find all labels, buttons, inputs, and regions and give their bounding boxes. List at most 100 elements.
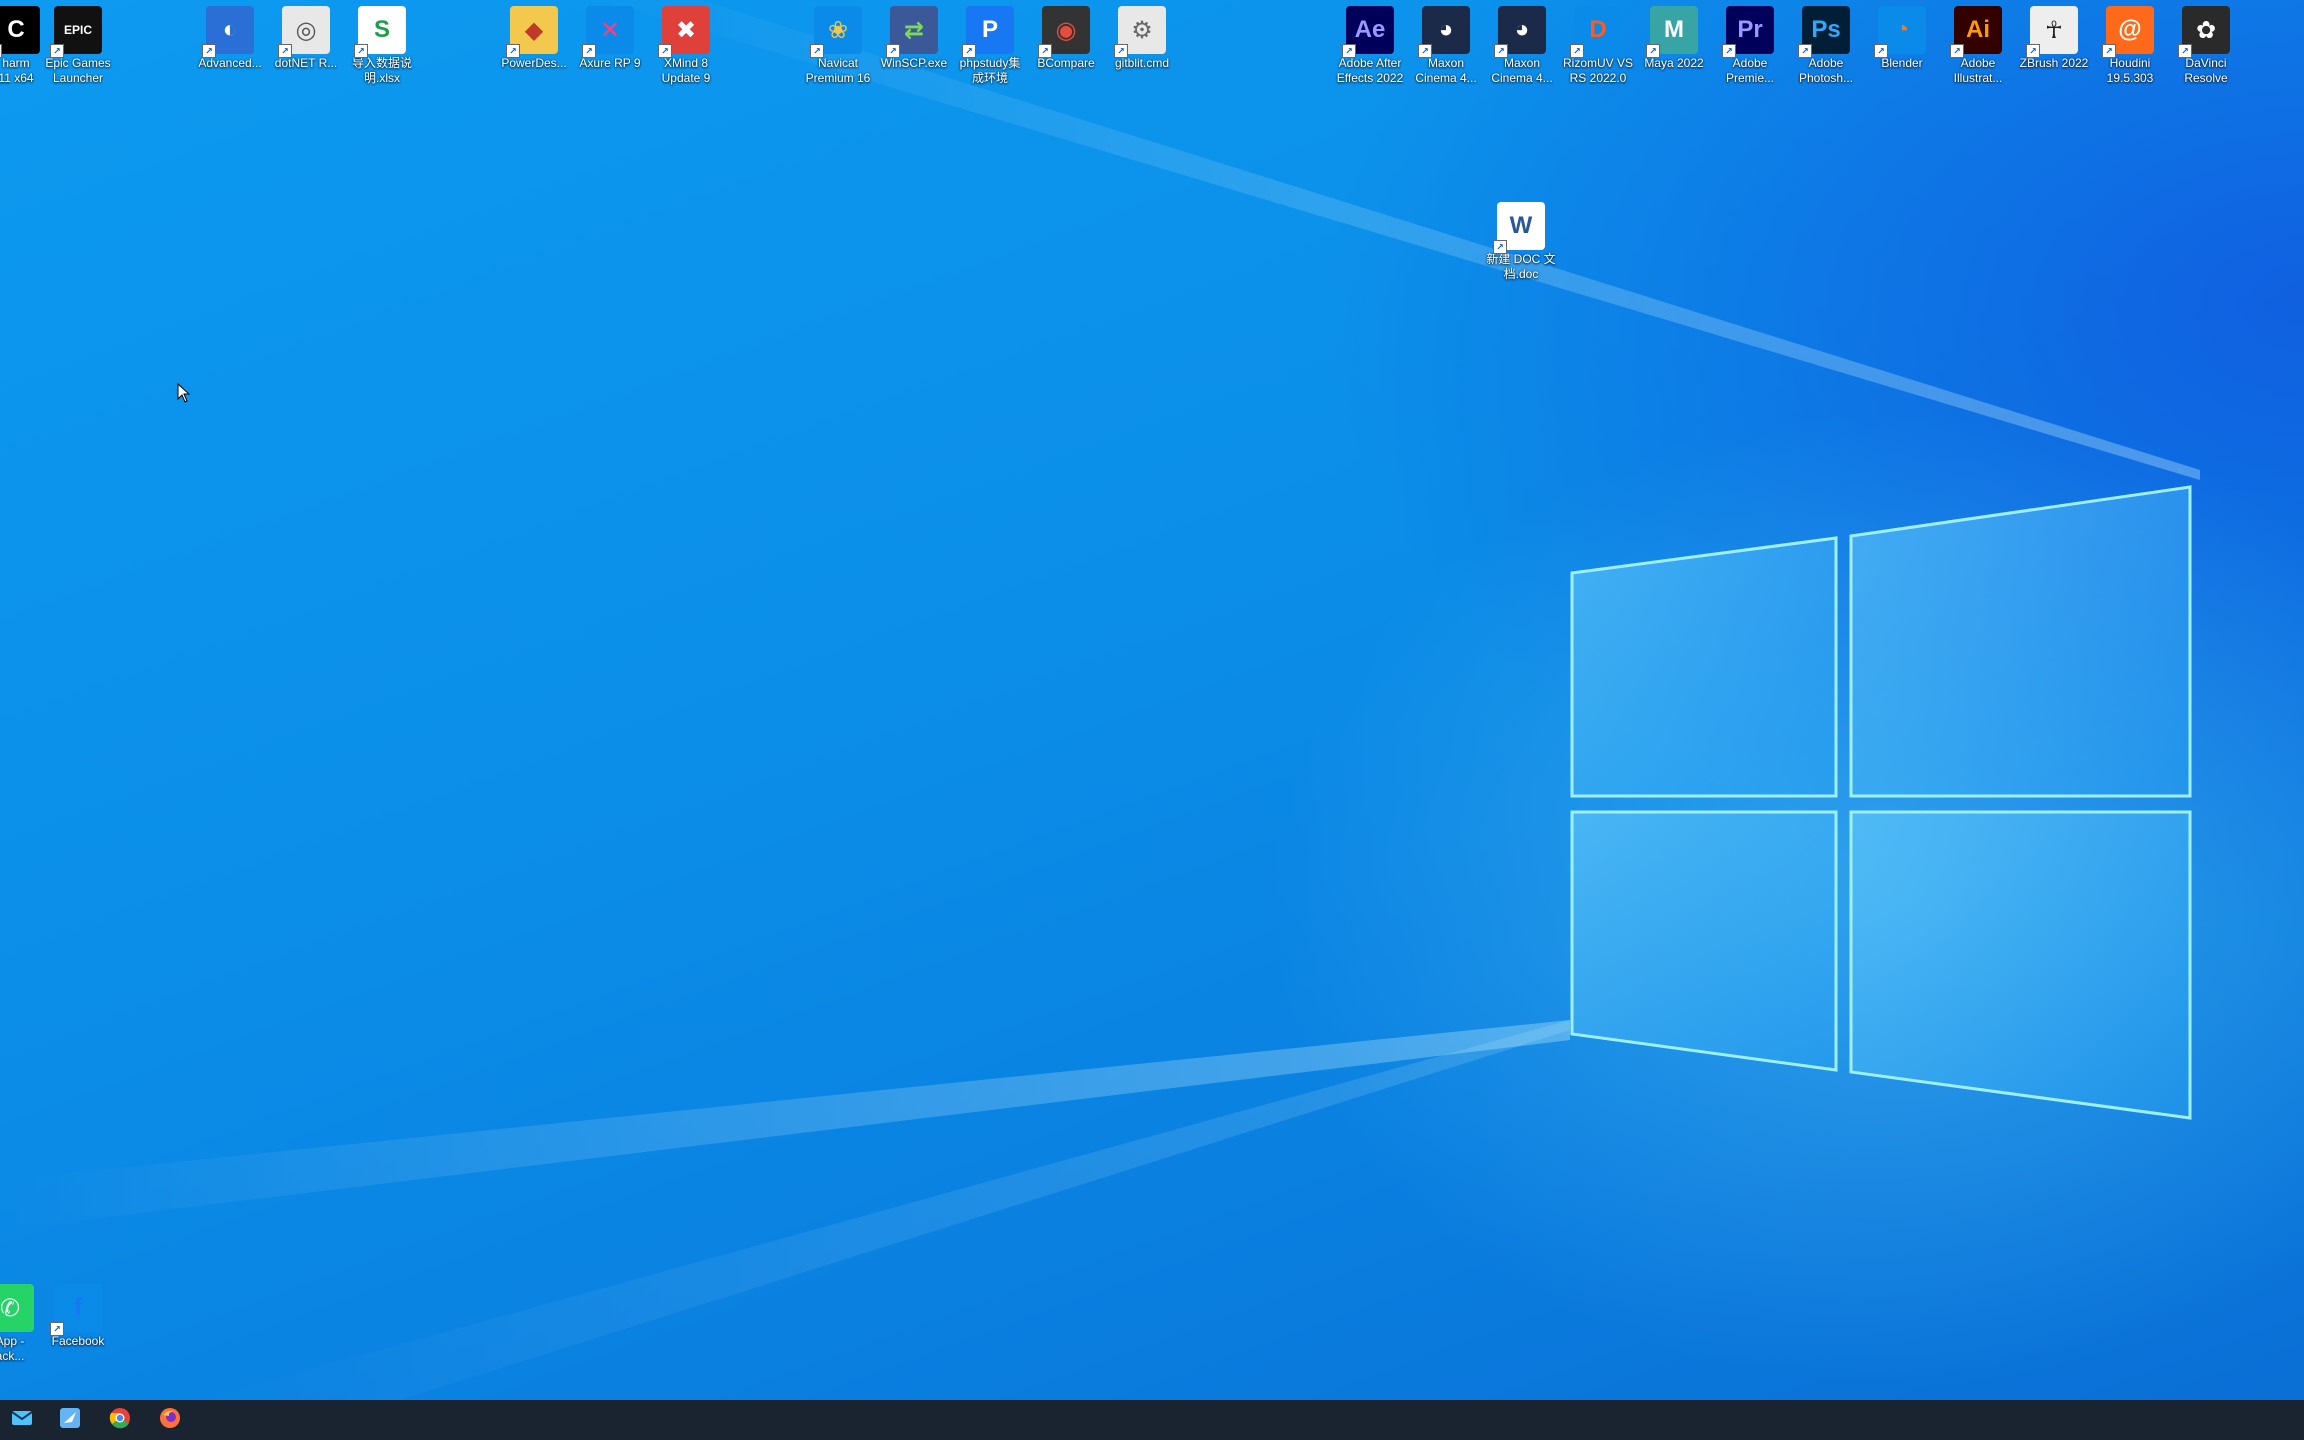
desktop-shortcut-label: Maya 2022 bbox=[1644, 56, 1704, 70]
shortcut-arrow-icon: ↗ bbox=[1798, 44, 1812, 58]
desktop-shortcut[interactable]: ◕ ↗ Maxon Cinema 4... bbox=[1408, 0, 1484, 86]
desktop-shortcut[interactable]: M ↗ Maya 2022 bbox=[1636, 0, 1712, 71]
shortcut-arrow-icon: ↗ bbox=[582, 44, 596, 58]
desktop-shortcut-label: Adobe Illustrat... bbox=[1953, 56, 2003, 85]
desktop-shortcut-label: 新建 DOC 文 档.doc bbox=[1486, 252, 1556, 281]
desktop-shortcut[interactable]: ☥ ↗ ZBrush 2022 bbox=[2016, 0, 2092, 71]
shortcut-arrow-icon: ↗ bbox=[1570, 44, 1584, 58]
mail-taskbar-button[interactable] bbox=[8, 1406, 36, 1434]
facebook-icon: f ↗ bbox=[50, 1284, 102, 1336]
desktop-shortcut[interactable]: ◎ ↗ dotNET R... bbox=[268, 0, 344, 71]
feather-icon bbox=[58, 1406, 82, 1435]
blender-icon: ◔ ↗ bbox=[1874, 6, 1926, 58]
desktop-shortcut[interactable]: ◕ ↗ Maxon Cinema 4... bbox=[1484, 0, 1560, 86]
spreadsheet-file-icon: S ↗ bbox=[354, 6, 406, 58]
desktop-shortcut[interactable]: ✖ ↗ XMind 8 Update 9 bbox=[648, 0, 724, 86]
winscp-icon: ⇄ ↗ bbox=[886, 6, 938, 58]
desktop-shortcut-label: PowerDes... bbox=[501, 56, 567, 70]
mouse-cursor bbox=[177, 383, 191, 403]
chrome-taskbar-button[interactable] bbox=[106, 1406, 134, 1434]
desktop-shortcut[interactable]: Ai ↗ Adobe Illustrat... bbox=[1940, 0, 2016, 86]
desktop-shortcut[interactable]: Ps ↗ Adobe Photosh... bbox=[1788, 0, 1864, 86]
desktop-background: C↗harm 11 x64EPIC↗Epic Games Launcher◐↗A… bbox=[0, 0, 2304, 1400]
shortcut-arrow-icon: ↗ bbox=[1950, 44, 1964, 58]
desktop-shortcut-label: DaVinci Resolve bbox=[2184, 56, 2228, 85]
desktop-shortcut[interactable]: ◐ ↗ Advanced... bbox=[192, 0, 268, 71]
desktop-shortcut-label: Blender bbox=[1881, 56, 1923, 70]
beyond-compare-icon: ◉ ↗ bbox=[1038, 6, 1090, 58]
shortcut-arrow-icon: ↗ bbox=[1874, 44, 1888, 58]
desktop-shortcut-label: phpstudy集 成环境 bbox=[959, 56, 1021, 85]
illustrator-icon: Ai ↗ bbox=[1950, 6, 2002, 58]
taskbar bbox=[0, 1400, 2304, 1440]
desktop-shortcut-label: ZBrush 2022 bbox=[2019, 56, 2089, 70]
desktop-shortcut[interactable]: P ↗ phpstudy集 成环境 bbox=[952, 0, 1028, 86]
firefox-icon bbox=[158, 1406, 182, 1435]
shortcut-arrow-icon: ↗ bbox=[2178, 44, 2192, 58]
axure-icon: ✕ ↗ bbox=[582, 6, 634, 58]
navicat-icon: ❀ ↗ bbox=[810, 6, 862, 58]
rizomuv-icon: D ↗ bbox=[1570, 6, 1622, 58]
premiere-icon: Pr ↗ bbox=[1722, 6, 1774, 58]
photoshop-icon: Ps ↗ bbox=[1798, 6, 1850, 58]
desktop-shortcut[interactable]: ◉ ↗ BCompare bbox=[1028, 0, 1104, 71]
desktop-shortcut-label: dotNET R... bbox=[274, 56, 338, 70]
shortcut-arrow-icon: ↗ bbox=[1342, 44, 1356, 58]
desktop-shortcut-label: Epic Games Launcher bbox=[45, 56, 111, 85]
after-effects-icon: Ae ↗ bbox=[1342, 6, 1394, 58]
desktop-shortcut[interactable]: ✕ ↗ Axure RP 9 bbox=[572, 0, 648, 71]
shortcut-arrow-icon: ↗ bbox=[658, 44, 672, 58]
davinci-resolve-icon: ✿ ↗ bbox=[2178, 6, 2230, 58]
windows-logo-wallpaper bbox=[0, 0, 2200, 1400]
desktop-shortcut[interactable]: Ae ↗ Adobe After Effects 2022 bbox=[1332, 0, 1408, 86]
shortcut-arrow-icon: ↗ bbox=[0, 44, 2, 58]
powerdesigner-icon: ◆ ↗ bbox=[506, 6, 558, 58]
desktop-shortcut-label: Adobe After Effects 2022 bbox=[1336, 56, 1404, 85]
firefox-taskbar-button[interactable] bbox=[156, 1406, 184, 1434]
desktop-shortcut-label: Axure RP 9 bbox=[579, 56, 641, 70]
jetbrains-icon: C↗ bbox=[0, 6, 40, 58]
epic-games-icon: EPIC ↗ bbox=[50, 6, 102, 58]
mail-icon bbox=[10, 1406, 34, 1435]
desktop-shortcut-label: Houdini 19.5.303 bbox=[2106, 56, 2154, 85]
desktop-shortcut[interactable]: ⚙ ↗ gitblit.cmd bbox=[1104, 0, 1180, 71]
xmind-icon: ✖ ↗ bbox=[658, 6, 710, 58]
desktop-shortcut[interactable]: ⇄ ↗ WinSCP.exe bbox=[876, 0, 952, 71]
cmd-file-icon: ⚙ ↗ bbox=[1114, 6, 1166, 58]
desktop-shortcut[interactable]: Pr ↗ Adobe Premie... bbox=[1712, 0, 1788, 86]
shortcut-arrow-icon: ↗ bbox=[1493, 240, 1507, 254]
desktop-shortcut[interactable]: ◔ ↗ Blender bbox=[1864, 0, 1940, 71]
desktop-shortcut-label: Navicat Premium 16 bbox=[805, 56, 871, 85]
desktop-shortcut[interactable]: EPIC ↗ Epic Games Launcher bbox=[40, 0, 116, 86]
shortcut-arrow-icon: ↗ bbox=[1114, 44, 1128, 58]
desktop-shortcut[interactable]: ❀ ↗ Navicat Premium 16 bbox=[800, 0, 876, 86]
maya-icon: M ↗ bbox=[1646, 6, 1698, 58]
desktop-shortcut-label: WinSCP.exe bbox=[880, 56, 948, 70]
whatsapp-icon: ✆↗ bbox=[0, 1284, 34, 1332]
desktop-shortcut[interactable]: f ↗ Facebook bbox=[40, 1278, 116, 1349]
desktop-shortcut-label: BCompare bbox=[1037, 56, 1095, 70]
desktop-shortcut[interactable]: S ↗ 导入数据说 明.xlsx bbox=[344, 0, 420, 86]
shortcut-arrow-icon: ↗ bbox=[50, 1322, 64, 1336]
desktop-shortcut[interactable]: ◆ ↗ PowerDes... bbox=[496, 0, 572, 71]
zbrush-icon: ☥ ↗ bbox=[2026, 6, 2078, 58]
phpstudy-icon: P ↗ bbox=[962, 6, 1014, 58]
cinema4d-icon: ◕ ↗ bbox=[1418, 6, 1470, 58]
desktop-shortcut-label: Advanced... bbox=[198, 56, 262, 70]
shortcut-arrow-icon: ↗ bbox=[810, 44, 824, 58]
shortcut-arrow-icon: ↗ bbox=[2026, 44, 2040, 58]
desktop-shortcut[interactable]: ✿ ↗ DaVinci Resolve bbox=[2168, 0, 2244, 86]
desktop-shortcut-label: Adobe Photosh... bbox=[1798, 56, 1854, 85]
word-document-icon: W ↗ bbox=[1493, 202, 1545, 254]
shortcut-arrow-icon: ↗ bbox=[354, 44, 368, 58]
feather-taskbar-button[interactable] bbox=[56, 1406, 84, 1434]
desktop-shortcut[interactable]: D ↗ RizomUV VS RS 2022.0 bbox=[1560, 0, 1636, 86]
desktop-shortcut[interactable]: @ ↗ Houdini 19.5.303 bbox=[2092, 0, 2168, 86]
houdini-icon: @ ↗ bbox=[2102, 6, 2154, 58]
shortcut-arrow-icon: ↗ bbox=[278, 44, 292, 58]
shortcut-arrow-icon: ↗ bbox=[202, 44, 216, 58]
desktop-file[interactable]: W ↗ 新建 DOC 文 档.doc bbox=[1483, 196, 1559, 282]
shortcut-arrow-icon: ↗ bbox=[1494, 44, 1508, 58]
cinema4d-icon-2: ◕ ↗ bbox=[1494, 6, 1546, 58]
shortcut-arrow-icon: ↗ bbox=[1418, 44, 1432, 58]
